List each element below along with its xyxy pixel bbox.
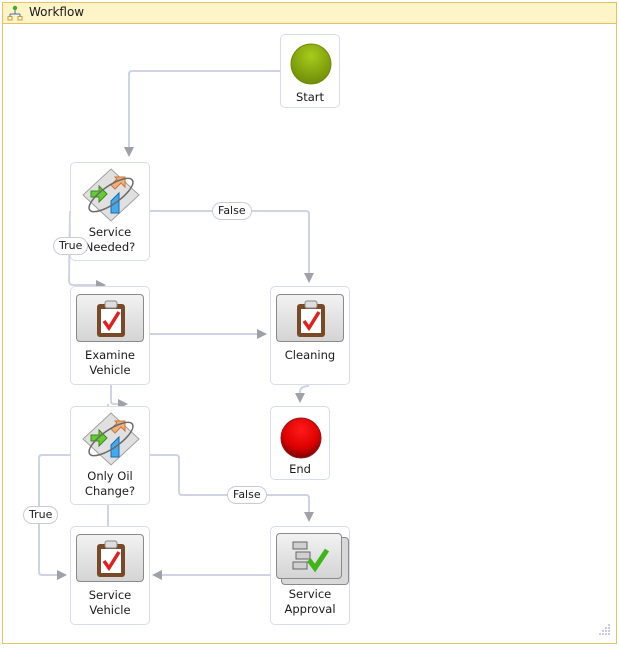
decision-icon	[82, 412, 140, 466]
only-oil-label-1: Only Oil	[87, 469, 133, 483]
clipboard-check-icon	[97, 300, 125, 337]
activity-cleaning[interactable]: Cleaning	[270, 286, 350, 385]
edge-label-only-oil-true[interactable]: True	[23, 506, 59, 524]
end-circle-icon	[280, 417, 322, 459]
activity-icon-box	[276, 294, 344, 342]
examine-vehicle-label-2: Vehicle	[89, 363, 131, 377]
edge-label-service-needed-true[interactable]: True	[53, 237, 89, 255]
only-oil-label-2: Change?	[84, 484, 136, 498]
service-vehicle-label-1: Service	[88, 588, 132, 602]
service-approval-label-1: Service	[288, 587, 332, 601]
examine-vehicle-label-1: Examine	[85, 348, 135, 362]
clipboard-check-icon	[97, 540, 125, 577]
activity-icon-box	[276, 533, 342, 579]
activity-icon-box	[76, 294, 144, 342]
decision-icon	[82, 168, 140, 222]
resize-grip[interactable]	[599, 624, 611, 636]
connector-cleaning-to-end[interactable]	[295, 385, 310, 403]
start-node[interactable]: Start	[280, 34, 340, 108]
clipboard-check-icon	[297, 300, 325, 337]
connector-service-needed-false[interactable]	[150, 210, 314, 283]
decision-only-oil-change[interactable]: Only Oil Change?	[70, 406, 150, 505]
activity-examine-vehicle[interactable]: Examine Vehicle	[70, 286, 150, 385]
edge-label-service-needed-false[interactable]: False	[212, 202, 252, 220]
connector-start-to-service-needed[interactable]	[124, 70, 280, 157]
cleaning-label: Cleaning	[284, 348, 336, 362]
approval-check-icon	[292, 541, 330, 573]
activity-service-approval[interactable]: Service Approval	[270, 526, 350, 625]
activity-service-vehicle[interactable]: Service Vehicle	[70, 526, 150, 625]
service-vehicle-label-2: Vehicle	[89, 603, 131, 617]
end-node[interactable]: End	[270, 406, 330, 480]
service-approval-label-2: Approval	[284, 602, 336, 616]
edge-label-only-oil-false[interactable]: False	[227, 486, 267, 504]
activity-icon-box	[76, 534, 144, 582]
end-label: End	[289, 462, 311, 476]
start-label: Start	[295, 90, 325, 104]
start-circle-icon	[290, 43, 332, 85]
